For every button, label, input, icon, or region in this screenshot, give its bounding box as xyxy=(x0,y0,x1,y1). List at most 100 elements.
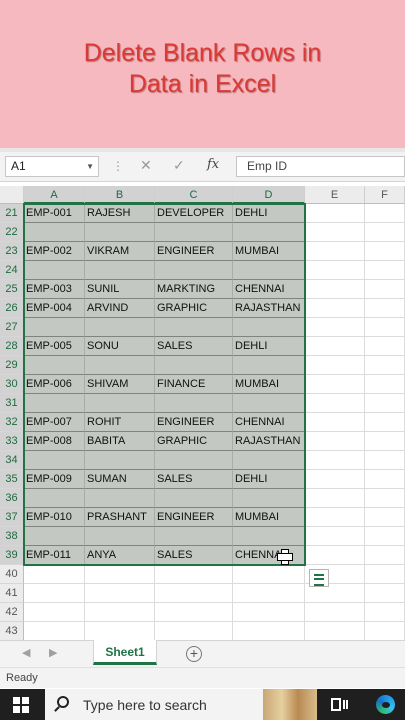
column-header-f[interactable]: F xyxy=(365,186,405,204)
cell[interactable]: EMP-006 xyxy=(24,375,85,394)
cell[interactable] xyxy=(365,470,405,489)
cell[interactable]: FINANCE xyxy=(155,375,233,394)
cell[interactable] xyxy=(155,394,233,413)
cell[interactable] xyxy=(305,356,365,375)
cell[interactable] xyxy=(155,565,233,584)
cell[interactable]: ANYA xyxy=(85,546,155,565)
cell[interactable] xyxy=(365,394,405,413)
cell[interactable] xyxy=(233,318,305,337)
row-header[interactable]: 41 xyxy=(0,584,24,603)
cell[interactable] xyxy=(365,527,405,546)
row-header[interactable]: 25 xyxy=(0,280,24,299)
cell[interactable] xyxy=(85,451,155,470)
cell[interactable] xyxy=(85,394,155,413)
plus-icon[interactable]: + xyxy=(186,646,202,662)
insert-function-button[interactable]: fx xyxy=(207,157,219,172)
row-header[interactable]: 23 xyxy=(0,242,24,261)
cell[interactable]: EMP-008 xyxy=(24,432,85,451)
row-header[interactable]: 26 xyxy=(0,299,24,318)
cell[interactable]: ENGINEER xyxy=(155,413,233,432)
cell[interactable] xyxy=(233,394,305,413)
cell[interactable]: EMP-003 xyxy=(24,280,85,299)
cell[interactable] xyxy=(305,489,365,508)
cell[interactable] xyxy=(365,280,405,299)
row-header[interactable]: 43 xyxy=(0,622,24,640)
row-header[interactable]: 38 xyxy=(0,527,24,546)
cell[interactable]: DEHLI xyxy=(233,470,305,489)
cell[interactable] xyxy=(155,451,233,470)
cell[interactable]: EMP-009 xyxy=(24,470,85,489)
column-header-e[interactable]: E xyxy=(305,186,365,204)
cell[interactable] xyxy=(155,489,233,508)
cell[interactable] xyxy=(305,470,365,489)
row-header[interactable]: 29 xyxy=(0,356,24,375)
cell[interactable] xyxy=(305,527,365,546)
row-header[interactable]: 33 xyxy=(0,432,24,451)
row-header[interactable]: 30 xyxy=(0,375,24,394)
cell[interactable] xyxy=(85,527,155,546)
name-box[interactable]: A1 ▼ xyxy=(5,156,99,177)
windows-icon[interactable] xyxy=(13,697,29,713)
row-header[interactable]: 24 xyxy=(0,261,24,280)
tab-scroll-right-icon[interactable]: ▶ xyxy=(49,646,57,659)
cell[interactable]: SONU xyxy=(85,337,155,356)
cell[interactable] xyxy=(305,318,365,337)
cell[interactable]: SHIVAM xyxy=(85,375,155,394)
taskbar-search-box[interactable]: Type here to search xyxy=(45,689,317,720)
close-icon[interactable]: ✕ xyxy=(140,157,152,174)
cell[interactable] xyxy=(233,622,305,640)
cell[interactable] xyxy=(365,413,405,432)
cell[interactable]: RAJASTHAN xyxy=(233,432,305,451)
cell[interactable] xyxy=(233,584,305,603)
cell[interactable]: GRAPHIC xyxy=(155,299,233,318)
cell[interactable] xyxy=(155,622,233,640)
cell[interactable] xyxy=(155,356,233,375)
cell[interactable]: VIKRAM xyxy=(85,242,155,261)
cell[interactable]: EMP-010 xyxy=(24,508,85,527)
cell[interactable] xyxy=(365,622,405,640)
cell[interactable]: MUMBAI xyxy=(233,375,305,394)
cell[interactable] xyxy=(365,584,405,603)
cell[interactable] xyxy=(365,603,405,622)
row-header[interactable]: 39 xyxy=(0,546,24,565)
check-icon[interactable]: ✓ xyxy=(173,157,185,174)
cell[interactable]: ROHIT xyxy=(85,413,155,432)
cell[interactable]: ENGINEER xyxy=(155,242,233,261)
cell[interactable]: EMP-011 xyxy=(24,546,85,565)
cell[interactable] xyxy=(155,584,233,603)
cell[interactable] xyxy=(305,299,365,318)
cell[interactable] xyxy=(24,565,85,584)
cell[interactable]: SUNIL xyxy=(85,280,155,299)
cell[interactable] xyxy=(365,508,405,527)
cell[interactable] xyxy=(305,622,365,640)
cell[interactable]: PRASHANT xyxy=(85,508,155,527)
cell[interactable] xyxy=(85,565,155,584)
cell[interactable] xyxy=(85,584,155,603)
cell[interactable] xyxy=(24,603,85,622)
cell[interactable] xyxy=(24,223,85,242)
cell[interactable] xyxy=(365,375,405,394)
cell[interactable] xyxy=(24,451,85,470)
cell[interactable]: SUMAN xyxy=(85,470,155,489)
cell[interactable]: RAJESH xyxy=(85,204,155,223)
cell[interactable]: ENGINEER xyxy=(155,508,233,527)
cell[interactable] xyxy=(233,489,305,508)
cell[interactable] xyxy=(365,546,405,565)
cell[interactable] xyxy=(365,299,405,318)
cell[interactable] xyxy=(365,242,405,261)
cell[interactable] xyxy=(365,223,405,242)
chevron-down-icon[interactable]: ▼ xyxy=(86,157,94,176)
cell[interactable] xyxy=(233,565,305,584)
cell[interactable] xyxy=(233,223,305,242)
cell[interactable]: SALES xyxy=(155,337,233,356)
cell[interactable] xyxy=(85,223,155,242)
cell[interactable] xyxy=(24,318,85,337)
cell[interactable] xyxy=(85,603,155,622)
formula-input[interactable]: Emp ID xyxy=(236,156,405,177)
cell[interactable] xyxy=(85,622,155,640)
row-header[interactable]: 22 xyxy=(0,223,24,242)
cell[interactable]: DEVELOPER xyxy=(155,204,233,223)
task-view-icon[interactable] xyxy=(331,698,348,711)
cell[interactable] xyxy=(233,261,305,280)
row-header[interactable]: 31 xyxy=(0,394,24,413)
